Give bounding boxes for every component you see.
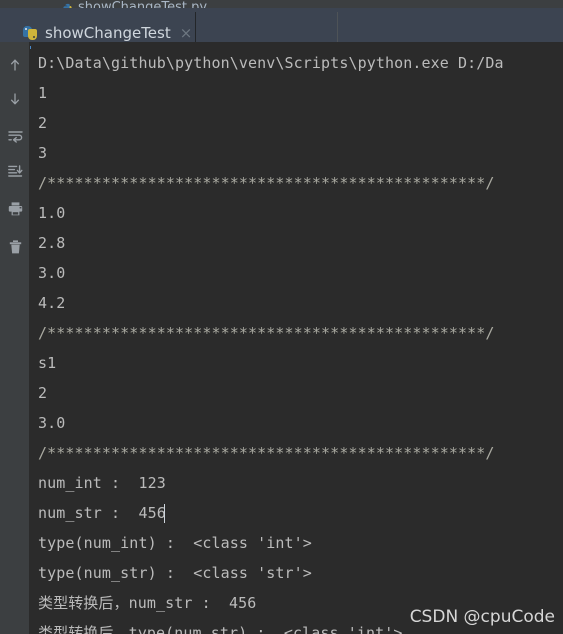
up-arrow-icon[interactable] bbox=[0, 50, 30, 80]
close-icon[interactable]: × bbox=[180, 25, 193, 41]
tabbar-divider-1 bbox=[195, 12, 196, 42]
watermark: CSDN @cpuCode bbox=[409, 607, 555, 627]
print-icon[interactable] bbox=[0, 194, 30, 224]
console-line: 2 bbox=[38, 384, 48, 402]
run-console-output[interactable]: D:\Data\github\python\venv\Scripts\pytho… bbox=[31, 42, 563, 634]
console-line: s1 bbox=[38, 354, 57, 372]
console-line: 2 bbox=[38, 114, 48, 132]
console-line: /***************************************… bbox=[38, 174, 495, 192]
console-line: 3.0 bbox=[38, 414, 66, 432]
console-line: num_int : 123 bbox=[38, 474, 166, 492]
console-line: 1 bbox=[38, 84, 48, 102]
console-line: D:\Data\github\python\venv\Scripts\pytho… bbox=[38, 54, 504, 72]
console-toolbar bbox=[0, 42, 30, 634]
down-arrow-icon[interactable] bbox=[0, 84, 30, 114]
console-line: /***************************************… bbox=[38, 444, 495, 462]
pycharm-run-console-window: showChangeTest.py showChangeTest × D:\Da… bbox=[0, 0, 563, 634]
console-line: 2.8 bbox=[38, 234, 66, 252]
scroll-to-end-icon[interactable] bbox=[0, 156, 30, 186]
console-line: 1.0 bbox=[38, 204, 66, 222]
tabbar-divider-2 bbox=[337, 12, 338, 42]
console-line: /***************************************… bbox=[38, 324, 495, 342]
python-file-icon bbox=[22, 25, 38, 41]
trash-icon[interactable] bbox=[0, 232, 30, 262]
soft-wrap-icon[interactable] bbox=[0, 122, 30, 152]
console-line: 3 bbox=[38, 144, 48, 162]
console-line: 4.2 bbox=[38, 294, 66, 312]
console-line: type(num_int) : <class 'int'> bbox=[38, 534, 312, 552]
console-line: 3.0 bbox=[38, 264, 66, 282]
console-line: num_str : 456 bbox=[38, 504, 166, 523]
text-caret bbox=[164, 504, 166, 523]
run-tool-window-tabbar: showChangeTest × bbox=[0, 8, 563, 49]
console-line: type(num_str) : <class 'str'> bbox=[38, 564, 312, 582]
run-tab-label: showChangeTest bbox=[45, 23, 171, 42]
